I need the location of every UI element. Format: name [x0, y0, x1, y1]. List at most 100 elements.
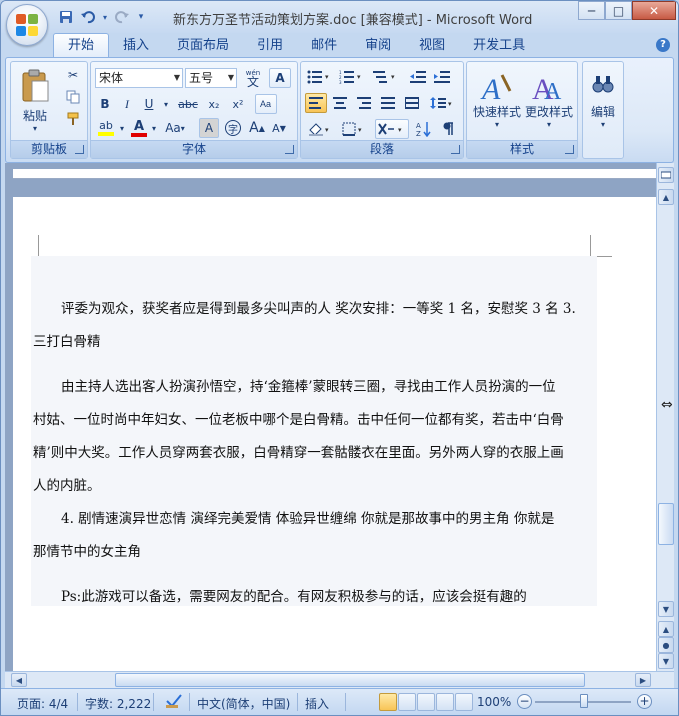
- chinese-layout-icon[interactable]: ▾: [375, 119, 409, 139]
- ruler-toggle-icon[interactable]: [658, 167, 674, 183]
- copy-icon[interactable]: [63, 88, 83, 106]
- borders-icon[interactable]: ▾: [339, 119, 369, 139]
- help-icon[interactable]: ?: [656, 38, 670, 52]
- window-controls: ─ □ ✕: [578, 1, 676, 20]
- next-page-icon[interactable]: ▼: [658, 653, 674, 669]
- multilevel-list-icon[interactable]: ▾: [369, 67, 401, 87]
- grow-font-button[interactable]: A ▲: [247, 118, 267, 138]
- distributed-icon[interactable]: [401, 93, 423, 113]
- highlight-button[interactable]: ab: [95, 118, 117, 138]
- change-styles-button[interactable]: AA 更改样式 ▾: [523, 64, 575, 136]
- insert-mode[interactable]: 插入: [305, 695, 329, 712]
- zoom-in-icon[interactable]: +: [637, 694, 652, 709]
- bold-button[interactable]: B: [95, 94, 115, 114]
- paragraph-2[interactable]: 由主持人选出客人扮演孙悟空，持‘金箍棒’蒙眼转三圈，寻找由工作人员扮演的一位 村…: [33, 371, 593, 503]
- font-color-button[interactable]: A: [129, 118, 149, 138]
- paragraph-3[interactable]: 4. 剧情速演异世恋情 演绎完美爱情 体验异世缠绵 你就是那故事中的男主角 你就…: [33, 503, 593, 569]
- horizontal-scrollbar[interactable]: ◀ ▶: [5, 671, 674, 688]
- scroll-down-icon[interactable]: ▼: [658, 601, 674, 617]
- font-launcher-icon[interactable]: [285, 145, 294, 154]
- font-size-combo[interactable]: 五号 ▼: [185, 68, 237, 88]
- previous-page-icon[interactable]: ▲: [658, 621, 674, 637]
- clear-formatting-button[interactable]: A: [269, 68, 291, 88]
- paragraph-1[interactable]: 评委为观众，获奖者应是得到最多尖叫声的人 奖次安排：一等奖 1 名，安慰奖 3 …: [33, 293, 593, 359]
- change-case-icon[interactable]: Aa: [255, 94, 277, 114]
- tab-insert[interactable]: 插入: [109, 35, 163, 57]
- vertical-scrollbar[interactable]: ▲ ▼ ▲ ● ▼: [656, 163, 674, 671]
- tab-developer[interactable]: 开发工具: [459, 35, 539, 57]
- undo-dropdown-icon[interactable]: ▾: [101, 8, 109, 26]
- language-indicator[interactable]: 中文(简体，中国): [197, 695, 290, 712]
- vertical-scroll-thumb[interactable]: [658, 503, 674, 545]
- align-center-icon[interactable]: [329, 93, 351, 113]
- numbering-icon[interactable]: 1 2 3 ▾: [337, 67, 365, 87]
- font-size-dropdown-icon[interactable]: ▼: [228, 69, 234, 87]
- styles-launcher-icon[interactable]: [565, 145, 574, 154]
- align-right-icon[interactable]: [353, 93, 375, 113]
- minimize-button[interactable]: ─: [578, 1, 605, 20]
- word-count[interactable]: 字数: 2,222: [85, 695, 151, 712]
- scroll-left-icon[interactable]: ◀: [11, 673, 27, 687]
- scroll-up-icon[interactable]: ▲: [658, 189, 674, 205]
- zoom-out-icon[interactable]: −: [517, 694, 532, 709]
- highlight-dropdown-icon[interactable]: ▾: [117, 118, 127, 138]
- print-layout-view-icon[interactable]: [379, 693, 397, 711]
- underline-button[interactable]: U: [139, 94, 159, 114]
- tab-mailings[interactable]: 邮件: [297, 35, 351, 57]
- customize-qat-icon[interactable]: ▾: [135, 8, 147, 26]
- proofing-icon[interactable]: [165, 693, 183, 712]
- bullets-icon[interactable]: ▾: [305, 67, 333, 87]
- page-count[interactable]: 页面: 4/4: [17, 695, 68, 712]
- align-left-icon[interactable]: [305, 93, 327, 113]
- justify-icon[interactable]: [377, 93, 399, 113]
- quick-styles-button[interactable]: A 快速样式 ▾: [471, 64, 523, 136]
- web-layout-view-icon[interactable]: [417, 693, 435, 711]
- tab-references[interactable]: 引用: [243, 35, 297, 57]
- paragraph-launcher-icon[interactable]: [451, 145, 460, 154]
- office-button[interactable]: [6, 4, 48, 46]
- zoom-slider-thumb[interactable]: [580, 694, 588, 708]
- paragraph-4[interactable]: Ps:此游戏可以备选，需要网友的配合。有网友积极参与的话，应该会挺有趣的: [33, 581, 593, 614]
- enclose-characters-button[interactable]: 字: [223, 118, 243, 138]
- font-name-dropdown-icon[interactable]: ▼: [174, 69, 180, 87]
- paste-button[interactable]: 粘贴 ▾: [15, 64, 55, 138]
- horizontal-scroll-thumb[interactable]: [115, 673, 585, 687]
- editing-button[interactable]: 编辑 ▾: [585, 66, 621, 136]
- font-name-combo[interactable]: 宋体 ▼: [95, 68, 183, 88]
- paragraph-group-label: 段落: [301, 140, 463, 158]
- tab-home[interactable]: 开始: [53, 33, 110, 57]
- line-spacing-icon[interactable]: ▾: [427, 93, 457, 113]
- close-button[interactable]: ✕: [632, 1, 676, 20]
- font-color-dropdown-icon[interactable]: ▾: [149, 118, 159, 138]
- select-browse-object-icon[interactable]: ●: [658, 637, 674, 653]
- undo-icon[interactable]: [79, 8, 97, 26]
- draft-view-icon[interactable]: [455, 693, 473, 711]
- shrink-font-button[interactable]: A ▼: [269, 118, 289, 138]
- strikethrough-button[interactable]: abc: [175, 94, 201, 114]
- decrease-indent-icon[interactable]: [407, 67, 429, 87]
- tab-review[interactable]: 审阅: [351, 35, 405, 57]
- change-case-button[interactable]: Aa ▾: [163, 118, 187, 138]
- save-icon[interactable]: [57, 8, 75, 26]
- outline-view-icon[interactable]: [436, 693, 454, 711]
- scroll-right-icon[interactable]: ▶: [635, 673, 651, 687]
- subscript-button[interactable]: x₂: [203, 94, 225, 114]
- increase-indent-icon[interactable]: [431, 67, 453, 87]
- tab-view[interactable]: 视图: [405, 35, 459, 57]
- cut-icon[interactable]: ✂: [63, 66, 83, 84]
- underline-dropdown-icon[interactable]: ▾: [161, 94, 171, 114]
- character-shading-button[interactable]: A: [199, 118, 219, 138]
- italic-button[interactable]: I: [117, 94, 137, 114]
- clipboard-launcher-icon[interactable]: [75, 145, 84, 154]
- tab-page-layout[interactable]: 页面布局: [163, 35, 243, 57]
- shading-icon[interactable]: ▾: [305, 119, 335, 139]
- redo-icon[interactable]: [113, 8, 131, 26]
- zoom-level[interactable]: 100%: [477, 695, 511, 709]
- maximize-button[interactable]: □: [605, 1, 632, 20]
- phonetic-guide-button[interactable]: wén 文: [241, 67, 265, 89]
- full-screen-reading-view-icon[interactable]: [398, 693, 416, 711]
- sort-icon[interactable]: AZ: [413, 119, 435, 139]
- show-formatting-icon[interactable]: [437, 119, 459, 139]
- format-painter-icon[interactable]: [63, 110, 83, 128]
- superscript-button[interactable]: x²: [227, 94, 249, 114]
